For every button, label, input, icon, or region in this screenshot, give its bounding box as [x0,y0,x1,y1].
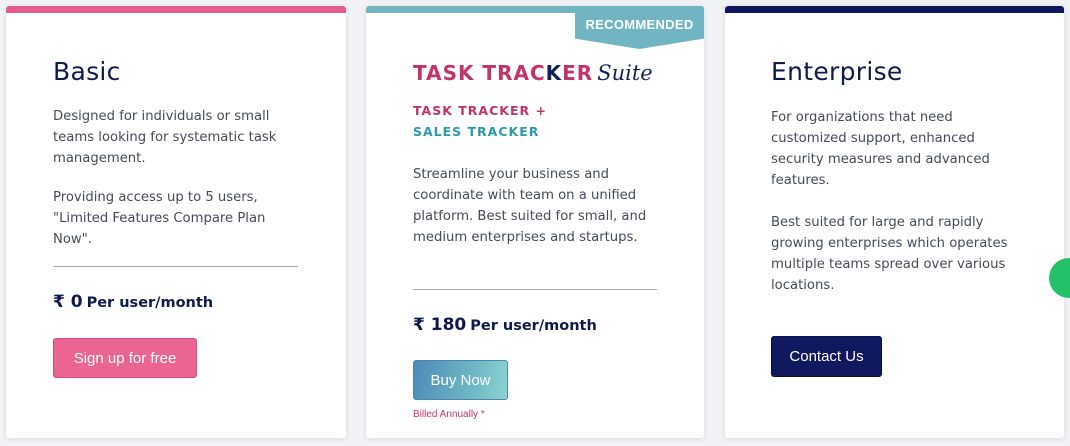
card-accent-bar [725,6,1064,13]
task-tracker-suite-logo: TASK TRACKER Suite [413,61,653,85]
plan-description: For organizations that need customized s… [771,110,990,188]
plan-price: ₹ 180 Per user/month [413,315,597,335]
sales-tracker-sub-logo: SALES TRACKER [413,124,540,139]
sign-up-button[interactable]: Sign up for free [53,338,197,378]
plan-user-limit: Providing access up to 5 users, "Limited… [53,190,266,247]
plan-card-basic: Basic Designed for individuals or small … [6,6,346,438]
recommended-badge: RECOMMENDED [575,6,704,49]
billing-note: Billed Annually * [413,409,485,420]
plan-title: Basic [53,57,121,86]
divider [53,266,298,267]
plan-target-audience: Best suited for large and rapidly growin… [771,215,1008,293]
card-accent-bar [6,6,346,13]
plan-card-enterprise: Enterprise For organizations that need c… [725,6,1064,438]
divider [413,289,657,290]
plan-description: Designed for individuals or small teams … [53,109,277,166]
contact-us-button[interactable]: Contact Us [771,336,882,377]
plan-price: ₹ 0 Per user/month [53,292,214,312]
plan-description: Streamline your business and coordinate … [413,167,647,245]
plan-card-suite: RECOMMENDED TASK TRACKER Suite TASK TRACK… [366,6,704,438]
buy-now-button[interactable]: Buy Now [413,360,508,400]
task-tracker-sub-logo: TASK TRACKER + [413,103,547,118]
plan-title: Enterprise [771,57,903,86]
